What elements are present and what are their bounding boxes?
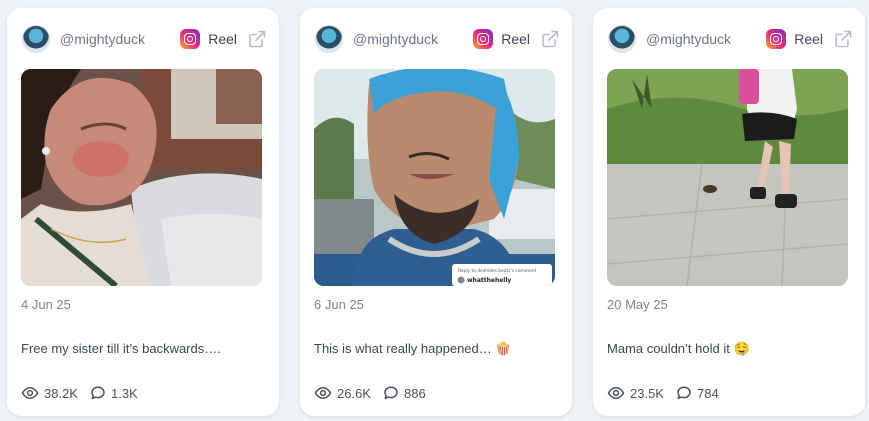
comment-bubble-icon bbox=[91, 386, 105, 400]
external-link-icon[interactable] bbox=[247, 29, 267, 49]
overlay-username: whatthehelly bbox=[467, 277, 511, 284]
instagram-icon bbox=[766, 29, 787, 49]
external-link-icon[interactable] bbox=[540, 29, 560, 49]
card-header: @mightyduck Reel bbox=[315, 23, 560, 55]
account-handle[interactable]: @mightyduck bbox=[60, 31, 180, 47]
post-date: 6 Jun 25 bbox=[314, 297, 364, 312]
post-date: 4 Jun 25 bbox=[21, 297, 71, 312]
view-count: 23.5K bbox=[630, 385, 664, 401]
post-stats: 38.2K 1.3K bbox=[21, 384, 138, 402]
post-thumbnail[interactable]: Reply to deshides.beatz's comment whatth… bbox=[314, 69, 555, 286]
post-type-label: Reel bbox=[794, 31, 823, 47]
overlay-reply-text: Reply to deshides.beatz's comment bbox=[458, 268, 537, 274]
eye-icon bbox=[21, 387, 39, 399]
post-date: 20 May 25 bbox=[607, 297, 668, 312]
card-header: @mightyduck Reel bbox=[608, 23, 853, 55]
post-card[interactable]: @mightyduck Reel Reply to deshides.beatz… bbox=[300, 8, 572, 416]
post-stats: 26.6K 886 bbox=[314, 384, 426, 402]
comment-count: 886 bbox=[403, 385, 426, 401]
eye-icon bbox=[314, 387, 332, 399]
comment-bubble-icon bbox=[384, 386, 398, 400]
post-caption: This is what really happened… 🍿 bbox=[314, 341, 512, 356]
comment-count: 1.3K bbox=[110, 385, 138, 401]
instagram-icon bbox=[473, 29, 494, 49]
avatar[interactable] bbox=[315, 25, 343, 53]
post-thumbnail[interactable] bbox=[607, 69, 848, 286]
eye-icon bbox=[607, 387, 625, 399]
comment-bubble-icon bbox=[677, 386, 691, 400]
view-count: 26.6K bbox=[337, 385, 371, 401]
avatar[interactable] bbox=[22, 25, 50, 53]
account-handle[interactable]: @mightyduck bbox=[353, 31, 473, 47]
external-link-icon[interactable] bbox=[833, 29, 853, 49]
post-thumbnail[interactable] bbox=[21, 69, 262, 286]
post-type-label: Reel bbox=[208, 31, 237, 47]
avatar[interactable] bbox=[608, 25, 636, 53]
card-header: @mightyduck Reel bbox=[22, 23, 267, 55]
post-caption: Free my sister till it’s backwards…. bbox=[21, 341, 221, 356]
post-card[interactable]: @mightyduck Reel 20 May 25 Mama couldn’t… bbox=[593, 8, 865, 416]
post-card[interactable]: @mightyduck Reel 4 Jun 25 Free my sister… bbox=[7, 8, 279, 416]
comment-count: 784 bbox=[696, 385, 719, 401]
account-handle[interactable]: @mightyduck bbox=[646, 31, 766, 47]
post-stats: 23.5K 784 bbox=[607, 384, 719, 402]
post-caption: Mama couldn’t hold it 🤤 bbox=[607, 341, 750, 356]
instagram-icon bbox=[180, 29, 201, 49]
post-type-label: Reel bbox=[501, 31, 530, 47]
view-count: 38.2K bbox=[44, 385, 78, 401]
